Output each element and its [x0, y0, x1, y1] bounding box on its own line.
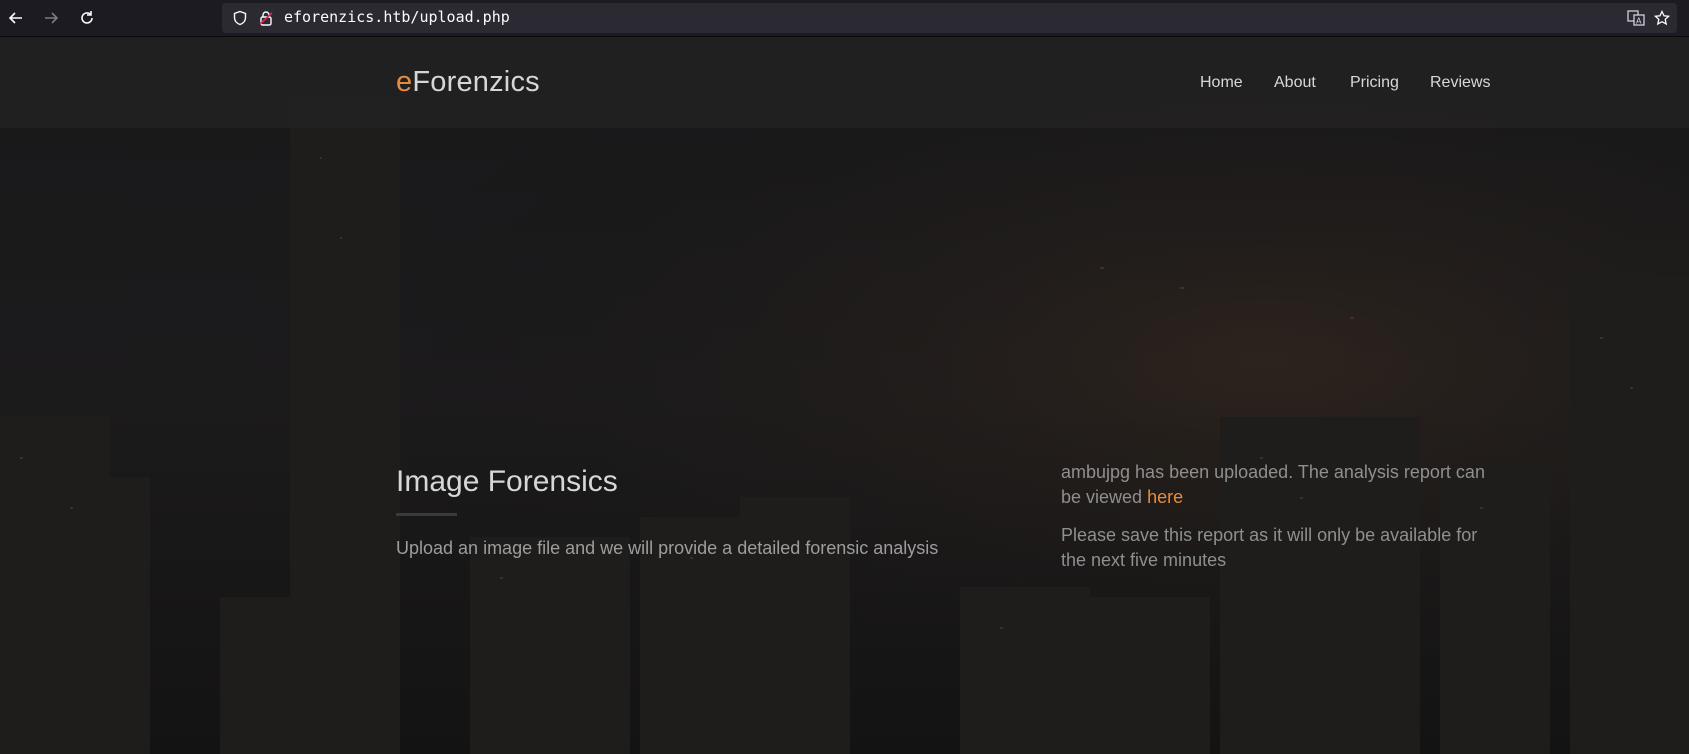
upload-result: ambujpg has been uploaded. The analysis … — [1061, 460, 1501, 586]
shield-icon[interactable] — [232, 10, 248, 26]
brand-name: Forenzics — [412, 66, 540, 98]
svg-text:A: A — [1636, 17, 1642, 26]
nav-reviews[interactable]: Reviews — [1430, 74, 1490, 92]
nav-pricing[interactable]: Pricing — [1350, 74, 1399, 92]
forward-arrow-icon[interactable] — [39, 6, 63, 30]
site-header: eForenzics Home About Pricing Reviews — [0, 37, 1689, 128]
page-subtitle: Upload an image file and we will provide… — [396, 538, 939, 558]
upload-status-text: ambujpg has been uploaded. The analysis … — [1061, 462, 1485, 507]
address-bar[interactable]: eforenzics.htb/upload.php A — [222, 3, 1677, 33]
upload-status: ambujpg has been uploaded. The analysis … — [1061, 460, 1501, 510]
reload-icon[interactable] — [75, 6, 99, 30]
bookmark-star-icon[interactable] — [1653, 9, 1671, 26]
report-link[interactable]: here — [1147, 487, 1183, 507]
nav-about[interactable]: About — [1274, 74, 1316, 92]
title-divider — [396, 513, 457, 516]
report-note: Please save this report as it will only … — [1061, 525, 1478, 570]
lock-icon[interactable] — [258, 10, 274, 26]
url-text[interactable]: eforenzics.htb/upload.php — [284, 8, 510, 26]
browser-toolbar: eforenzics.htb/upload.php A — [0, 0, 1689, 37]
page-title: Image Forensics — [396, 465, 618, 498]
brand-accent: e — [396, 66, 413, 98]
translate-icon[interactable]: A — [1627, 10, 1645, 26]
city-background-image — [0, 37, 1689, 754]
back-arrow-icon[interactable] — [4, 6, 28, 30]
nav-home[interactable]: Home — [1200, 74, 1243, 92]
hero-section: Image Forensics Upload an image file and… — [396, 465, 996, 559]
web-page: eForenzics Home About Pricing Reviews Im… — [0, 37, 1689, 754]
site-logo[interactable]: eForenzics — [396, 66, 540, 99]
